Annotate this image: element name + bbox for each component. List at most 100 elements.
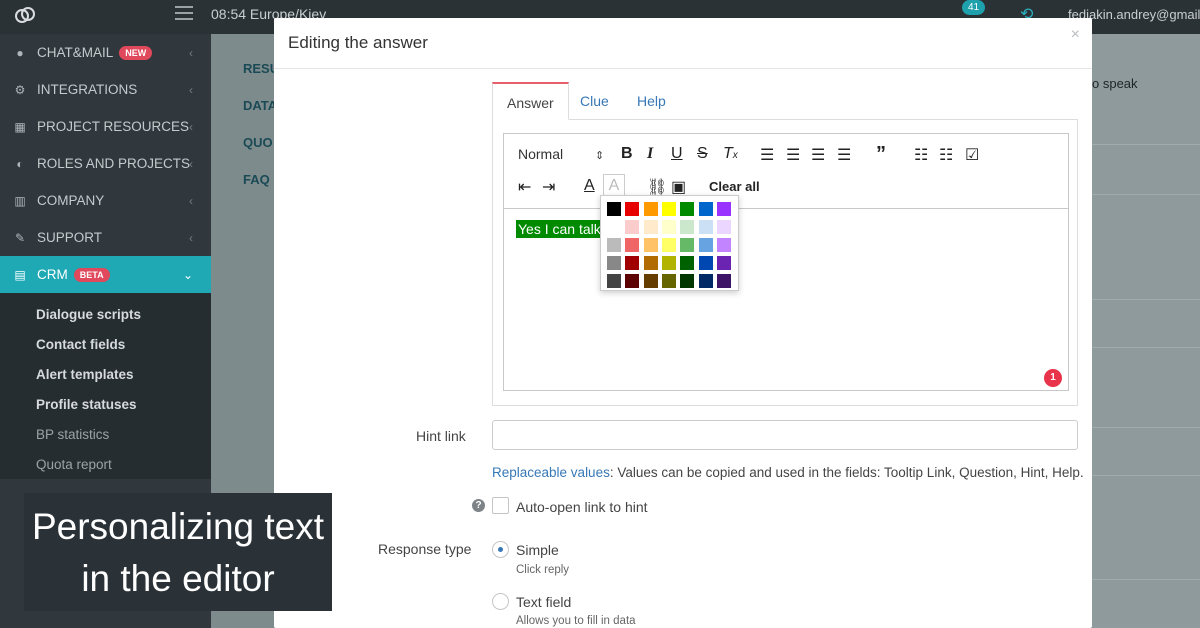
color-swatch[interactable] <box>607 238 621 252</box>
highlighted-text[interactable]: Yes I can talk <box>516 220 603 238</box>
chevron-left-icon: ‹ <box>189 82 193 97</box>
menu-toggle-icon[interactable] <box>175 6 193 20</box>
modal-title: Editing the answer <box>288 33 428 52</box>
radio-simple-label: Simple <box>516 542 559 558</box>
align-right-icon[interactable]: ☰ <box>811 145 825 165</box>
align-center-icon[interactable]: ☰ <box>786 145 800 165</box>
radio-text-field-sublabel: Allows you to fill in data <box>516 615 636 627</box>
italic-icon[interactable]: I <box>647 145 653 163</box>
indent-icon[interactable]: ⇥ <box>542 177 555 197</box>
color-swatch[interactable] <box>680 274 695 288</box>
color-swatch[interactable] <box>716 256 731 270</box>
color-swatch[interactable] <box>643 202 658 216</box>
submenu-bp-statistics[interactable]: BP statistics <box>0 419 211 449</box>
color-swatch[interactable] <box>625 220 640 234</box>
link-icon[interactable]: ⛓ <box>647 177 667 197</box>
color-swatch[interactable] <box>607 274 621 288</box>
clear-all-button[interactable]: Clear all <box>709 179 760 194</box>
tab-answer[interactable]: Answer <box>492 82 569 120</box>
color-swatch[interactable] <box>661 238 676 252</box>
color-swatch[interactable] <box>625 256 640 270</box>
outdent-icon[interactable]: ⇤ <box>518 177 531 197</box>
bg-tab-quotas: QUO <box>243 135 273 150</box>
color-swatch[interactable] <box>680 256 695 270</box>
bullet-list-icon[interactable]: ☷ <box>939 145 953 165</box>
submenu-profile-statuses[interactable]: Profile statuses <box>0 389 211 419</box>
format-select[interactable]: Normal ⇕ <box>518 146 604 162</box>
sidebar-item-roles-projects[interactable]: ◐ ROLES AND PROJECTS ‹ <box>0 145 211 182</box>
submenu-alert-templates[interactable]: Alert templates <box>0 359 211 389</box>
sidebar-item-project-resources[interactable]: ▦ PROJECT RESOURCES ‹ <box>0 108 211 145</box>
color-swatch[interactable] <box>716 274 731 288</box>
submenu-contact-fields[interactable]: Contact fields <box>0 329 211 359</box>
close-icon[interactable]: × <box>1071 26 1080 44</box>
color-swatch[interactable] <box>698 220 713 234</box>
align-justify-icon[interactable]: ☰ <box>837 145 851 165</box>
color-swatch[interactable] <box>607 202 621 216</box>
color-swatch[interactable] <box>680 202 695 216</box>
tab-clue[interactable]: Clue <box>566 82 623 120</box>
beta-badge: BETA <box>73 267 110 282</box>
replaceable-values-text: : Values can be copied and used in the f… <box>609 465 1084 480</box>
replaceable-values-link[interactable]: Replaceable values <box>492 465 610 480</box>
sidebar-item-chat-mail[interactable]: ● CHAT&MAIL NEW ‹ <box>0 34 211 71</box>
chevron-left-icon: ‹ <box>189 45 193 60</box>
color-swatch[interactable] <box>607 256 621 270</box>
notification-badge[interactable]: 41 <box>962 0 986 15</box>
edit-answer-modal: Editing the answer × Answer Clue Help No… <box>274 18 1092 628</box>
app-logo-icon[interactable] <box>14 6 36 24</box>
color-swatch[interactable] <box>698 256 713 270</box>
underline-icon[interactable]: U <box>671 145 683 163</box>
auto-open-checkbox[interactable] <box>492 497 509 514</box>
color-swatch[interactable] <box>698 274 713 288</box>
sidebar-item-integrations[interactable]: ⚙ INTEGRATIONS ‹ <box>0 71 211 108</box>
color-swatch[interactable] <box>680 220 695 234</box>
color-swatch[interactable] <box>698 202 713 216</box>
editor-content[interactable]: Yes I can talk 1 <box>504 209 1068 391</box>
color-swatch[interactable] <box>661 202 676 216</box>
color-swatch[interactable] <box>716 202 731 216</box>
align-left-icon[interactable]: ☰ <box>760 145 774 165</box>
color-swatch[interactable] <box>661 274 676 288</box>
color-swatch[interactable] <box>716 238 731 252</box>
radio-text-field[interactable] <box>492 593 509 610</box>
color-swatch[interactable] <box>698 238 713 252</box>
color-swatch[interactable] <box>625 202 640 216</box>
ordered-list-icon[interactable]: ☷ <box>914 145 928 165</box>
radio-simple[interactable] <box>492 541 509 558</box>
crm-submenu: Dialogue scripts Contact fields Alert te… <box>0 293 211 479</box>
sidebar-item-support[interactable]: ✎ SUPPORT ‹ <box>0 219 211 256</box>
color-swatch[interactable] <box>607 220 621 234</box>
color-swatch[interactable] <box>625 238 640 252</box>
caption-overlay: Personalizing text in the editor <box>24 493 332 611</box>
color-swatch[interactable] <box>680 238 695 252</box>
sidebar-item-company[interactable]: ▥ COMPANY ‹ <box>0 182 211 219</box>
tab-help[interactable]: Help <box>623 82 680 120</box>
submenu-quota-report[interactable]: Quota report <box>0 449 211 479</box>
color-swatch[interactable] <box>661 256 676 270</box>
submenu-dialogue-scripts[interactable]: Dialogue scripts <box>0 299 211 329</box>
color-swatch[interactable] <box>661 220 676 234</box>
chevron-left-icon: ‹ <box>189 230 193 245</box>
color-swatch[interactable] <box>716 220 731 234</box>
hint-link-input[interactable] <box>492 420 1078 450</box>
chevron-left-icon: ‹ <box>189 119 193 134</box>
color-swatch[interactable] <box>625 274 640 288</box>
clear-format-icon[interactable]: Tx <box>723 145 738 163</box>
color-swatch[interactable] <box>643 238 658 252</box>
bold-icon[interactable]: B <box>621 145 633 163</box>
image-icon[interactable]: ▣ <box>671 177 686 197</box>
background-color-icon[interactable]: A <box>603 174 625 196</box>
sidebar-item-crm[interactable]: ▤ CRM BETA ⌄ <box>0 256 211 293</box>
strikethrough-icon[interactable]: S <box>697 145 708 163</box>
help-icon[interactable]: ? <box>472 499 485 512</box>
color-swatch[interactable] <box>643 274 658 288</box>
gears-icon: ⚙ <box>14 82 26 97</box>
color-swatch[interactable] <box>643 220 658 234</box>
color-swatch[interactable] <box>643 256 658 270</box>
check-list-icon[interactable]: ☑ <box>965 145 979 165</box>
rich-text-editor: Normal ⇕ B I U S Tx ☰ ☰ ☰ ☰ ” ☷ ☷ ☑ ⇤ ⇥ … <box>503 133 1069 391</box>
font-color-icon[interactable]: A <box>584 177 595 195</box>
blockquote-icon[interactable]: ” <box>876 143 886 166</box>
crm-icon: ▤ <box>14 267 26 282</box>
